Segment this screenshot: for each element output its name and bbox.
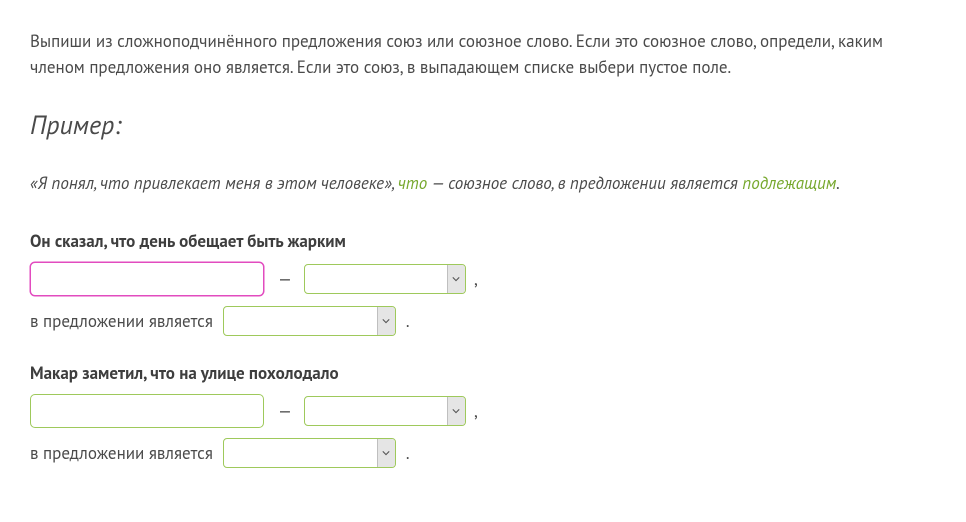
example-prefix: «Я понял, что привлекает меня в этом чел…: [30, 172, 398, 194]
chevron-down-icon: [447, 397, 465, 425]
type-select-value: [305, 397, 447, 425]
period-text: .: [406, 442, 410, 464]
chevron-down-icon: [447, 265, 465, 293]
example-highlight-word: что: [398, 172, 427, 194]
example-mid: — союзное слово, в предложении является: [427, 172, 742, 194]
task-sentence: Макар заметил, что на улице похолодало: [30, 362, 936, 384]
task-row-2: в предложении является .: [30, 306, 936, 336]
period-text: .: [406, 310, 410, 332]
type-select-value: [305, 265, 447, 293]
role-select[interactable]: [223, 306, 396, 336]
dash-separator: —: [278, 268, 292, 290]
task-block: Он сказал, что день обещает быть жарким …: [30, 230, 936, 336]
instructions-text: Выпиши из сложноподчинённого предложения…: [30, 28, 936, 81]
type-select[interactable]: [304, 264, 466, 294]
task-row-2: в предложении является .: [30, 438, 936, 468]
example-role-word: подлежащим: [742, 172, 836, 194]
task-row-1: — ,: [30, 262, 936, 296]
comma-text: ,: [474, 400, 478, 422]
conjunction-input[interactable]: [30, 394, 264, 428]
task-row-1: — ,: [30, 394, 936, 428]
task-block: Макар заметил, что на улице похолодало —…: [30, 362, 936, 468]
example-heading: Пример:: [30, 109, 936, 142]
chevron-down-icon: [377, 439, 395, 467]
type-select[interactable]: [304, 396, 466, 426]
conjunction-input[interactable]: [30, 262, 264, 296]
role-select-value: [224, 307, 377, 335]
example-text: «Я понял, что привлекает меня в этом чел…: [30, 170, 936, 196]
task-sentence: Он сказал, что день обещает быть жарким: [30, 230, 936, 252]
comma-text: ,: [474, 268, 478, 290]
chevron-down-icon: [377, 307, 395, 335]
role-select[interactable]: [223, 438, 396, 468]
dash-separator: —: [278, 400, 292, 422]
role-select-value: [224, 439, 377, 467]
example-suffix: .: [836, 172, 840, 194]
role-prefix-label: в предложении является: [30, 442, 213, 464]
role-prefix-label: в предложении является: [30, 310, 213, 332]
